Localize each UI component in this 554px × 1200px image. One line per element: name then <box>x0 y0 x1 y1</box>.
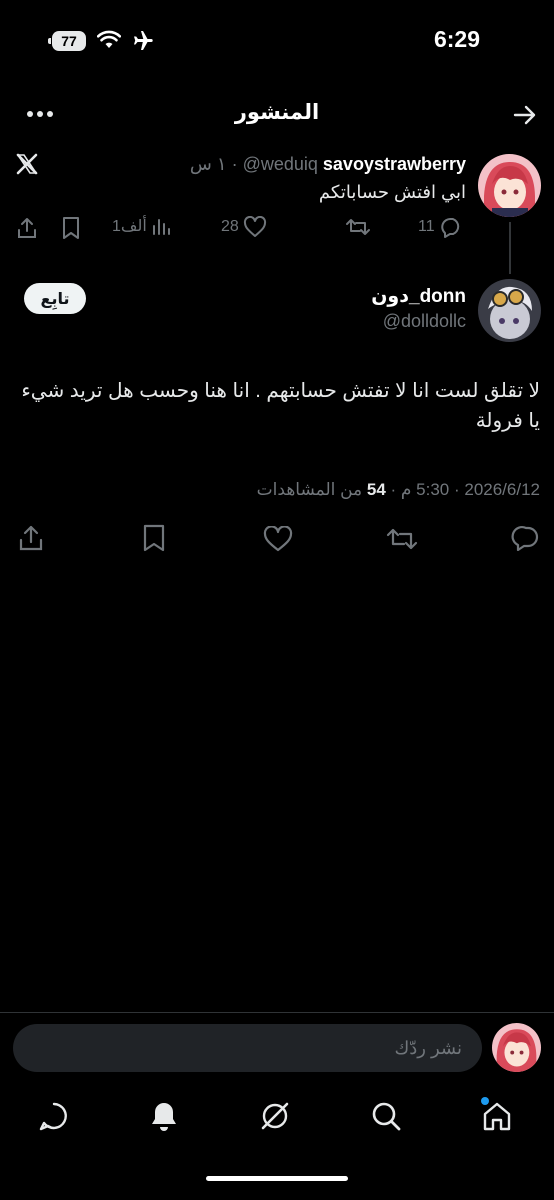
tweet-text: لا تقلق لست انا لا تفتش حسابتهم . انا هن… <box>21 380 540 432</box>
airplane-icon <box>130 29 154 53</box>
views-count: 54 <box>366 480 386 499</box>
analytics-icon <box>151 216 171 236</box>
replies-count: 11 <box>418 218 435 235</box>
parent-time: ١ س <box>189 154 227 174</box>
share-icon[interactable] <box>18 524 44 552</box>
bookmark-icon[interactable] <box>142 524 166 552</box>
wifi-icon <box>97 30 121 50</box>
likes-count: 28 <box>221 218 239 235</box>
like-stat[interactable]: 28 <box>221 216 267 238</box>
parent-handle: @weduiq <box>242 154 318 174</box>
thread-line <box>509 222 511 274</box>
arrow-right-icon[interactable] <box>512 102 538 128</box>
status-time: 6:29 <box>433 26 480 52</box>
reply-icon <box>439 216 463 238</box>
divider <box>0 1012 554 1013</box>
follow-button[interactable]: تابِع <box>24 283 86 314</box>
avatar[interactable] <box>478 279 541 342</box>
avatar[interactable] <box>478 154 541 217</box>
retweet-icon[interactable] <box>386 526 418 552</box>
battery-level: 77 <box>61 33 77 49</box>
views-count: 1ألف <box>112 218 147 235</box>
home-indicator <box>206 1176 348 1181</box>
heart-icon[interactable] <box>263 526 293 552</box>
avatar[interactable] <box>492 1023 541 1072</box>
tweet-time: 5:30 م <box>400 480 450 499</box>
author-display-name[interactable]: دون_donn <box>371 285 466 308</box>
bookmark-icon[interactable] <box>61 216 81 240</box>
parent-author[interactable]: ١ س · @weduiq savoystrawberry <box>190 154 466 175</box>
notifications-icon[interactable] <box>149 1100 179 1132</box>
home-notification-dot <box>481 1097 489 1105</box>
grok-icon[interactable] <box>259 1100 291 1132</box>
reply-icon[interactable] <box>511 525 541 551</box>
search-icon[interactable] <box>370 1100 402 1132</box>
tweet-date: 2026/6/12 <box>464 480 540 499</box>
parent-display-name: savoystrawberry <box>322 154 466 174</box>
reply-stat[interactable]: 11 <box>418 216 463 238</box>
reply-input[interactable] <box>13 1024 482 1072</box>
share-icon[interactable] <box>16 216 38 240</box>
retweet-icon[interactable] <box>345 216 371 238</box>
messages-icon[interactable] <box>38 1100 70 1132</box>
x-logo-icon <box>16 153 38 175</box>
author-handle[interactable]: @dolldollc <box>383 311 466 332</box>
tweet-meta: 2026/6/12 · 5:30 م · 54 من المشاهدات <box>256 480 540 499</box>
parent-tweet-text: ابي افتش حساباتكم <box>318 182 466 202</box>
battery-icon: 77 <box>48 31 86 51</box>
views-stat[interactable]: 1ألف <box>112 216 171 236</box>
page-title: المنشور <box>234 101 320 124</box>
views-label: من المشاهدات <box>256 480 363 499</box>
heart-icon <box>243 216 267 238</box>
